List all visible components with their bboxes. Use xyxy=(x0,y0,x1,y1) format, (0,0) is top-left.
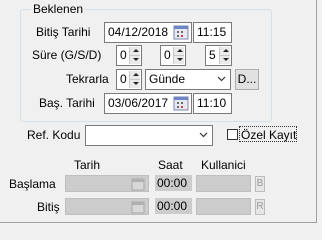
calendar-icon[interactable] xyxy=(130,199,146,215)
window-bottom-edge xyxy=(0,222,317,223)
end-date-field[interactable]: 04/12/2018 xyxy=(104,22,192,43)
start-date-value: 03/06/2017 xyxy=(108,96,169,110)
end-row-date-field[interactable] xyxy=(65,198,149,215)
end-date-label: Bitiş Tarihi xyxy=(36,25,91,39)
spin-up-icon[interactable] xyxy=(173,47,184,55)
end-row-button[interactable]: R xyxy=(255,199,265,215)
start-time-field[interactable]: 11:10 xyxy=(193,93,232,114)
window-right-edge xyxy=(316,0,317,222)
repeat-count-value: 0 xyxy=(120,72,127,86)
repeat-count-spinner[interactable]: 0 xyxy=(116,69,142,90)
spin-up-icon[interactable] xyxy=(219,47,230,55)
chevron-down-icon xyxy=(199,132,208,138)
end-time-value: 11:15 xyxy=(197,25,227,39)
spin-down-icon[interactable] xyxy=(129,55,140,64)
private-record-label[interactable]: Özel Kayıt xyxy=(241,128,296,142)
repeat-unit-select[interactable]: Günde xyxy=(145,69,231,90)
end-row-label: Bitiş xyxy=(37,200,60,214)
duration-minutes-spinner[interactable]: 5 xyxy=(205,45,232,66)
start-time-value: 11:10 xyxy=(197,96,227,110)
repeat-unit-value: Günde xyxy=(149,72,186,86)
end-date-value: 04/12/2018 xyxy=(108,25,169,39)
spin-down-icon[interactable] xyxy=(129,79,140,88)
start-row-date-field[interactable] xyxy=(65,175,149,192)
duration-hours-value: 0 xyxy=(164,48,171,62)
calendar-icon[interactable] xyxy=(173,95,189,111)
start-row-time[interactable]: 00:00 xyxy=(155,175,192,191)
spin-up-icon[interactable] xyxy=(129,47,140,55)
groupbox-legend: Beklenen xyxy=(31,2,86,16)
start-date-label: Baş. Tarihi xyxy=(39,96,95,110)
private-record-checkbox[interactable] xyxy=(227,129,238,140)
ref-code-label: Ref. Kodu xyxy=(27,128,81,142)
repeat-label: Tekrarla xyxy=(66,72,109,86)
duration-days-spinner[interactable]: 0 xyxy=(116,45,142,66)
repeat-details-button[interactable]: D... xyxy=(235,69,259,90)
spin-down-icon[interactable] xyxy=(173,55,184,64)
start-row-button[interactable]: B xyxy=(255,176,265,192)
end-row-user-field[interactable] xyxy=(196,198,251,215)
start-row-label: Başlama xyxy=(9,177,56,191)
duration-label: Süre (G/S/D) xyxy=(32,48,102,62)
col-header-user: Kullanici xyxy=(201,158,246,172)
start-row-user-field[interactable] xyxy=(196,175,251,192)
end-time-field[interactable]: 11:15 xyxy=(193,22,232,43)
duration-hours-spinner[interactable]: 0 xyxy=(160,45,186,66)
col-header-time: Saat xyxy=(158,158,183,172)
calendar-icon[interactable] xyxy=(173,24,189,40)
calendar-icon[interactable] xyxy=(130,176,146,192)
end-row-time[interactable]: 00:00 xyxy=(155,198,192,214)
duration-days-value: 0 xyxy=(120,48,127,62)
duration-minutes-value: 5 xyxy=(209,48,216,62)
chevron-down-icon xyxy=(217,76,226,82)
ref-code-select[interactable] xyxy=(85,125,213,146)
spin-up-icon[interactable] xyxy=(129,71,140,79)
start-date-field[interactable]: 03/06/2017 xyxy=(104,93,192,114)
col-header-date: Tarih xyxy=(74,158,101,172)
spin-down-icon[interactable] xyxy=(219,55,230,64)
